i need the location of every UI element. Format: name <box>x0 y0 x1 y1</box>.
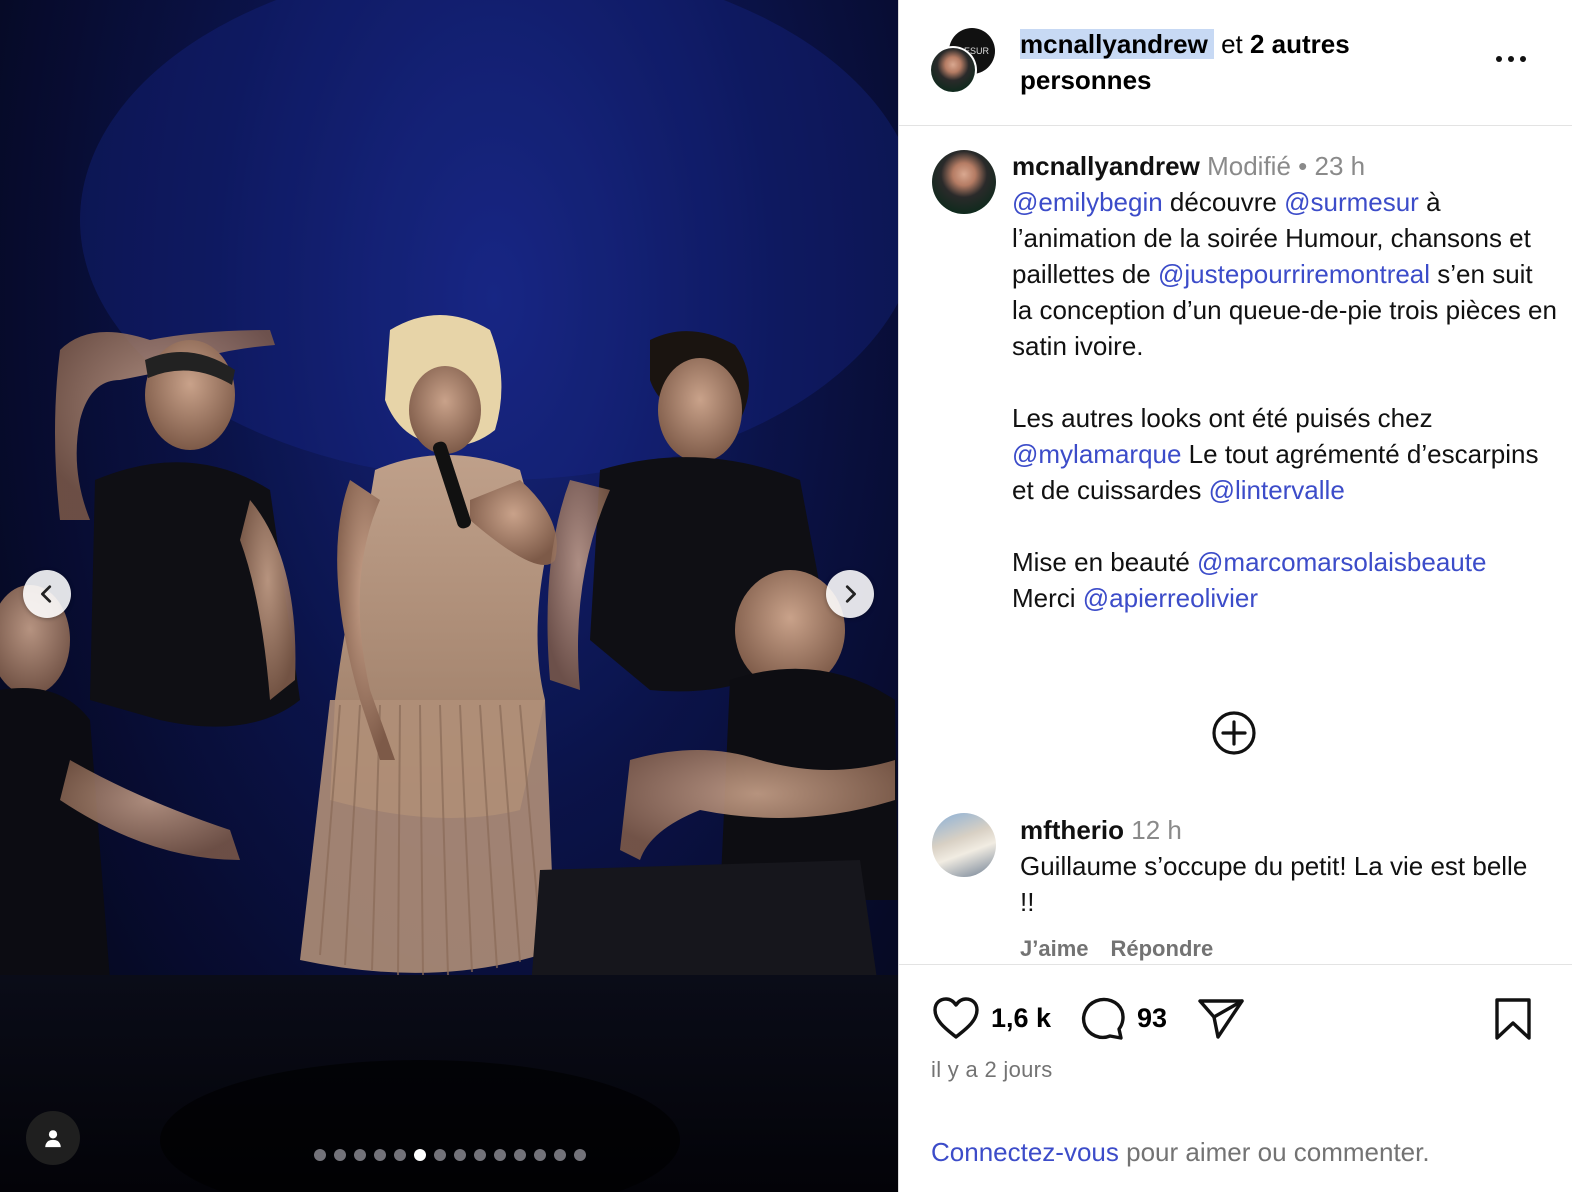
carousel-dot <box>574 1149 586 1161</box>
paper-plane-icon <box>1198 999 1244 1039</box>
commenter-username[interactable]: mftherio <box>1020 815 1124 845</box>
concert-photo <box>0 0 898 1192</box>
comment-count: 93 <box>1137 1002 1168 1033</box>
comment-item: mftherio 12 h Guillaume s’occupe du peti… <box>1020 812 1540 920</box>
comment-reply-button[interactable]: Répondre <box>1111 936 1214 961</box>
user-tag-icon <box>45 1130 61 1148</box>
comment-like-button[interactable]: J’aime <box>1020 936 1089 961</box>
carousel-dot <box>554 1149 566 1161</box>
chevron-right-icon <box>845 585 856 603</box>
carousel-dot <box>454 1149 466 1161</box>
post-authors: mcnallyandrew et 2 autres personnes <box>1020 29 1350 95</box>
heart-icon <box>933 997 979 1039</box>
author-username-link[interactable]: mcnallyandrew <box>1020 29 1214 59</box>
mention-link[interactable]: @justepourriremontreal <box>1158 259 1430 289</box>
comment-text: Guillaume s’occupe du petit! La vie est … <box>1020 851 1528 917</box>
like-count[interactable]: 1,6 k <box>991 1003 1051 1034</box>
caption-username[interactable]: mcnallyandrew <box>1012 151 1200 181</box>
carousel-dot <box>334 1149 346 1161</box>
mention-link[interactable]: @emilybegin <box>1012 187 1163 217</box>
comment-time[interactable]: 12 h <box>1131 815 1182 845</box>
carousel-dot <box>474 1149 486 1161</box>
chevron-left-icon <box>41 585 52 603</box>
carousel-dot <box>394 1149 406 1161</box>
caption-time[interactable]: 23 h <box>1314 151 1365 181</box>
commenter-avatar[interactable] <box>932 813 996 877</box>
more-options-icon <box>1496 56 1502 62</box>
comment-bubble-icon <box>1081 997 1125 1040</box>
next-slide-button[interactable] <box>826 570 874 618</box>
comment-actions: J’aime Répondre <box>1020 936 1235 962</box>
carousel-dot <box>374 1149 386 1161</box>
author-avatar[interactable] <box>929 46 977 94</box>
carousel-dot <box>494 1149 506 1161</box>
post-actions: 1,6 k 93 il y a 2 jours Connectez-vous p… <box>899 964 1572 1192</box>
tagged-users-button[interactable] <box>26 1111 80 1165</box>
login-link[interactable]: Connectez-vous <box>931 1137 1119 1167</box>
mention-link[interactable]: @marcomarsolaisbeaute <box>1197 547 1486 577</box>
save-button[interactable] <box>1493 997 1533 1041</box>
comment-button[interactable]: 93 <box>1079 995 1167 1041</box>
carousel-dot <box>534 1149 546 1161</box>
login-prompt: Connectez-vous pour aimer ou commenter. <box>931 1137 1430 1167</box>
previous-slide-button[interactable] <box>23 570 71 618</box>
plus-circle-icon[interactable] <box>1210 709 1258 757</box>
mention-link[interactable]: @mylamarque <box>1012 439 1181 469</box>
edited-label: Modifié <box>1207 151 1291 181</box>
mention-link[interactable]: @apierreolivier <box>1083 583 1258 613</box>
share-button[interactable] <box>1196 997 1246 1041</box>
post-date[interactable]: il y a 2 jours <box>931 1057 1053 1083</box>
carousel-dot <box>314 1149 326 1161</box>
comments-section[interactable]: mcnallyandrew Modifié • 23 h @emilybegin… <box>899 126 1572 964</box>
post-header: ESUR mcnallyandrew et 2 autres personnes <box>899 0 1572 126</box>
carousel-dot <box>434 1149 446 1161</box>
caption-avatar[interactable] <box>932 150 996 214</box>
carousel-dot <box>414 1149 426 1161</box>
mention-link[interactable]: @surmesur <box>1284 187 1419 217</box>
post-panel: ESUR mcnallyandrew et 2 autres personnes… <box>898 0 1572 1192</box>
carousel-indicator <box>314 1149 586 1161</box>
bookmark-icon <box>1495 998 1531 1040</box>
post-caption: mcnallyandrew Modifié • 23 h @emilybegin… <box>1012 151 1557 613</box>
post-photo[interactable] <box>0 0 898 1192</box>
carousel-dot <box>514 1149 526 1161</box>
mention-link[interactable]: @lintervalle <box>1209 475 1345 505</box>
like-button[interactable]: 1,6 k <box>931 995 1051 1041</box>
carousel-dot <box>354 1149 366 1161</box>
more-options-button[interactable] <box>1491 44 1531 74</box>
